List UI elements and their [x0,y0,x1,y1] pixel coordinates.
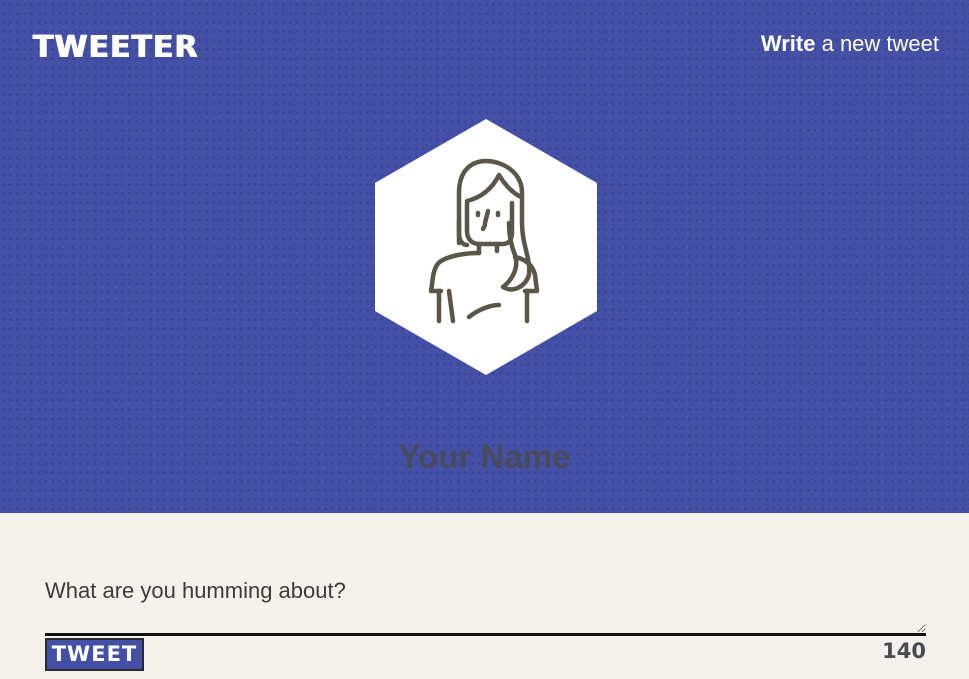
write-new-tweet-link[interactable]: Write a new tweet [761,30,939,58]
nav-link-emphasis: Write [760,31,816,56]
tweet-composer [45,560,926,636]
brand-logo[interactable]: TWEETER [33,30,199,66]
nav-link-text: a new tweet [821,31,939,56]
tweet-textarea[interactable] [45,560,926,636]
profile-header: TWEETER Write a new tweet Your Name [0,0,969,513]
page: TWEETER Write a new tweet Your Name What… [0,0,969,679]
character-counter: 140 [882,639,926,663]
tweet-button[interactable]: TWEET [45,638,144,671]
composer-footer: TWEET 140 [45,638,926,672]
profile-name: Your Name [398,438,571,475]
woman-avatar-icon [375,119,597,375]
avatar [375,119,597,375]
